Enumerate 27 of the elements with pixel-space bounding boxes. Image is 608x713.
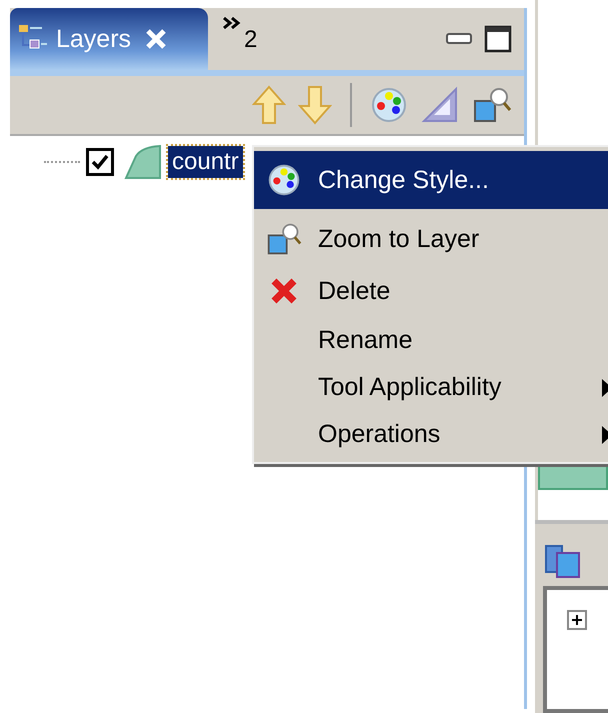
menu-label: Delete (318, 276, 392, 306)
palette-icon[interactable] (370, 86, 408, 124)
expand-icon[interactable] (567, 610, 587, 630)
menu-item[interactable]: Tool Applicability (254, 364, 608, 411)
menu-label: Change Style... (318, 166, 490, 194)
menu-label: Tool Applicability (318, 373, 502, 402)
close-icon[interactable] (145, 28, 168, 50)
menu-item[interactable]: Zoom to Layer (254, 213, 608, 265)
tab-label: Layers (56, 24, 132, 54)
menu-item[interactable]: Operations (254, 411, 608, 458)
minimize-icon[interactable] (446, 32, 472, 46)
menu-item[interactable]: Delete (254, 265, 608, 317)
polygon-layer-icon (124, 144, 162, 180)
menu-label: Operations (318, 420, 442, 449)
menu-label: Zoom to Layer (318, 224, 480, 254)
layers-tab[interactable]: Layers (10, 8, 208, 70)
triangle-icon[interactable] (420, 85, 460, 125)
overflow-tab[interactable]: 2 (208, 8, 258, 70)
overflow-count: 2 (244, 26, 258, 54)
menu-label: Rename (318, 326, 414, 355)
layer-name[interactable]: countr (168, 146, 243, 178)
zoom-layer-icon[interactable] (472, 85, 512, 125)
maximize-icon[interactable] (484, 25, 512, 53)
menu-item[interactable]: Rename (254, 317, 608, 364)
check-icon (90, 152, 110, 172)
menu-item[interactable]: Change Style... (254, 151, 608, 209)
checkbox[interactable] (86, 148, 114, 176)
